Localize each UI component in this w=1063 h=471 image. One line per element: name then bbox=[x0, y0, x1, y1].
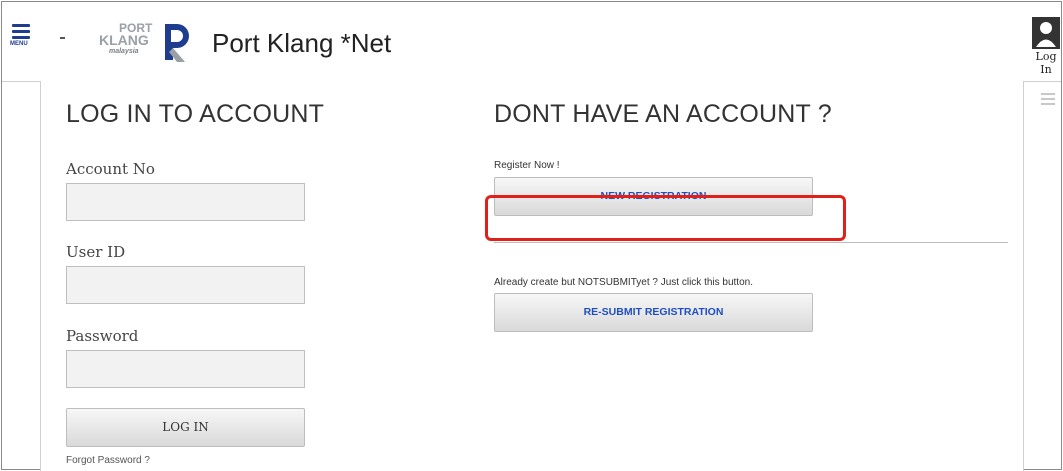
register-now-text: Register Now ! bbox=[494, 160, 560, 171]
side-menu-icon[interactable] bbox=[1041, 93, 1055, 108]
user-icon bbox=[1032, 17, 1060, 49]
account-no-label: Account No bbox=[66, 160, 155, 178]
logo-mark-icon bbox=[165, 24, 189, 62]
hamburger-icon bbox=[12, 24, 30, 27]
header-login-button[interactable]: Log In bbox=[1029, 16, 1061, 76]
app-title: Port Klang *Net bbox=[212, 28, 392, 58]
top-header: MENU PORT KLANG malaysia Port Klang *Net… bbox=[2, 2, 1061, 82]
password-label: Password bbox=[66, 327, 139, 345]
login-button[interactable]: LOG IN bbox=[66, 408, 305, 447]
hamburger-icon-bar bbox=[12, 36, 30, 39]
header-login-label: Log In bbox=[1035, 50, 1057, 76]
new-registration-label: NEW REGISTRATION bbox=[600, 190, 707, 202]
user-id-input[interactable] bbox=[66, 266, 305, 304]
login-heading: LOG IN TO ACCOUNT bbox=[66, 100, 325, 128]
menu-label: MENU bbox=[10, 41, 28, 47]
menu-button[interactable]: MENU bbox=[10, 24, 36, 54]
account-no-input[interactable] bbox=[66, 183, 305, 221]
password-input[interactable] bbox=[66, 350, 305, 388]
logo-text-malaysia: malaysia bbox=[109, 48, 139, 55]
dropdown-toggle[interactable] bbox=[60, 37, 65, 39]
logo-text-klang: KLANG bbox=[99, 32, 149, 48]
already-created-text: Already create but NOTSUBMITyet ? Just c… bbox=[494, 277, 753, 288]
new-registration-button[interactable]: NEW REGISTRATION bbox=[494, 177, 813, 216]
port-klang-logo: PORT KLANG malaysia bbox=[97, 22, 192, 62]
section-divider bbox=[494, 242, 1008, 243]
forgot-password-link[interactable]: Forgot Password ? bbox=[66, 455, 150, 466]
register-heading: DONT HAVE AN ACCOUNT ? bbox=[494, 100, 832, 128]
user-id-label: User ID bbox=[66, 243, 126, 261]
resubmit-registration-button[interactable]: RE-SUBMIT REGISTRATION bbox=[494, 293, 813, 332]
hamburger-icon-bar bbox=[12, 30, 30, 33]
